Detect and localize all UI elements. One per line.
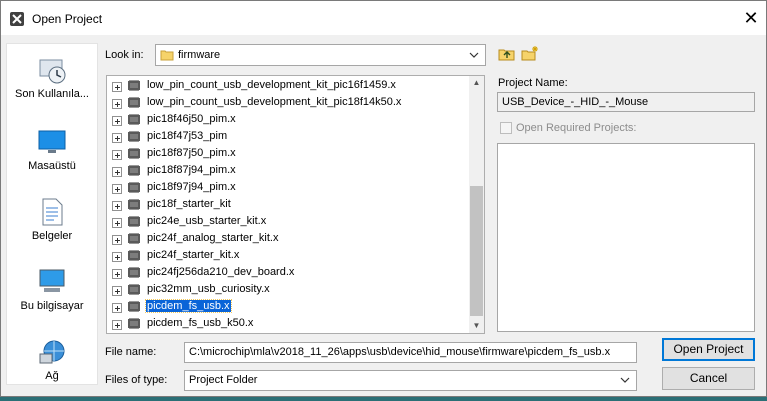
project-chip-icon bbox=[128, 114, 140, 125]
expand-icon[interactable] bbox=[112, 116, 122, 126]
expand-icon[interactable] bbox=[112, 167, 122, 177]
project-name-label: Project Name: bbox=[498, 77, 568, 89]
open-project-button[interactable]: Open Project bbox=[662, 338, 755, 361]
expand-icon[interactable] bbox=[112, 320, 122, 330]
tree-row-label: pic24f_starter_kit.x bbox=[147, 249, 240, 261]
computer-icon bbox=[39, 269, 65, 292]
files-of-type-label: Files of type: bbox=[105, 374, 168, 386]
project-chip-icon bbox=[128, 216, 140, 227]
expand-icon[interactable] bbox=[112, 184, 122, 194]
required-projects-list bbox=[497, 143, 755, 332]
tree-scrollbar[interactable]: ▲ ▼ bbox=[469, 76, 484, 333]
expand-icon[interactable] bbox=[112, 201, 122, 211]
open-required-checkbox[interactable] bbox=[500, 122, 512, 134]
chevron-down-icon[interactable] bbox=[467, 49, 481, 61]
scrollbar-thumb[interactable] bbox=[470, 186, 483, 316]
dialog-title: Open Project bbox=[32, 12, 103, 26]
project-chip-icon bbox=[128, 165, 140, 176]
tree-row-label: pic18f47j53_pim bbox=[147, 130, 228, 142]
tree-row-label: low_pin_count_usb_development_kit_pic16f… bbox=[147, 79, 396, 91]
cancel-button[interactable]: Cancel bbox=[662, 367, 755, 390]
up-folder-icon[interactable] bbox=[498, 45, 516, 63]
new-folder-icon[interactable] bbox=[521, 45, 539, 63]
place-label: Masaüstü bbox=[28, 160, 76, 172]
scroll-up-icon[interactable]: ▲ bbox=[471, 78, 482, 88]
look-in-label: Look in: bbox=[105, 49, 144, 61]
project-chip-icon bbox=[128, 97, 140, 108]
file-name-value: C:\microchip\mla\v2018_11_26\apps\usb\de… bbox=[189, 346, 611, 358]
expand-icon[interactable] bbox=[112, 303, 122, 313]
place-label: Ağ bbox=[45, 370, 59, 382]
tree-row-label: pic18f_starter_kit bbox=[147, 198, 231, 210]
tree-row-label: pic18f97j94_pim.x bbox=[147, 181, 236, 193]
project-chip-icon bbox=[128, 80, 140, 91]
tree-row-label: pic24e_usb_starter_kit.x bbox=[147, 215, 267, 227]
tree-row-label: picdem_fs_usb.x bbox=[145, 299, 232, 313]
tree-row-label: pic24f_analog_starter_kit.x bbox=[147, 232, 279, 244]
project-chip-icon bbox=[128, 267, 140, 278]
project-name-field: USB_Device_-_HID_-_Mouse bbox=[497, 92, 755, 112]
open-required-label: Open Required Projects: bbox=[516, 122, 637, 134]
project-chip-icon bbox=[128, 233, 140, 244]
files-of-type-select[interactable]: Project Folder bbox=[184, 370, 637, 391]
tree-row-label: pic18f87j50_pim.x bbox=[147, 147, 236, 159]
expand-icon[interactable] bbox=[112, 286, 122, 296]
project-chip-icon bbox=[128, 318, 140, 329]
look-in-combo[interactable]: firmware bbox=[155, 44, 486, 66]
open-project-dialog: Open Project ✕ Son Kullanıla... Masaüstü bbox=[0, 0, 767, 397]
place-network[interactable]: Ağ bbox=[7, 336, 97, 382]
expand-icon[interactable] bbox=[112, 99, 122, 109]
place-label: Belgeler bbox=[31, 230, 73, 242]
project-chip-icon bbox=[128, 182, 140, 193]
project-name-value: USB_Device_-_HID_-_Mouse bbox=[502, 96, 649, 108]
place-computer[interactable]: Bu bilgisayar bbox=[7, 266, 97, 312]
chevron-down-icon[interactable] bbox=[618, 374, 632, 386]
project-chip-icon bbox=[128, 131, 140, 142]
tree-row-label: picdem_fs_usb_k50.x bbox=[147, 317, 254, 329]
project-tree[interactable]: low_pin_count_usb_development_kit_pic16f… bbox=[106, 75, 485, 334]
tree-row-label: pic18f87j94_pim.x bbox=[147, 164, 236, 176]
look-in-value: firmware bbox=[178, 49, 221, 61]
title-bar: Open Project ✕ bbox=[1, 1, 766, 35]
place-label: Bu bilgisayar bbox=[20, 300, 84, 312]
expand-icon[interactable] bbox=[112, 150, 122, 160]
place-desktop[interactable]: Masaüstü bbox=[7, 126, 97, 172]
netbeans-app-icon bbox=[10, 12, 24, 26]
place-label: Son Kullanıla... bbox=[15, 88, 89, 100]
project-chip-icon bbox=[128, 284, 140, 295]
files-of-type-value: Project Folder bbox=[189, 374, 258, 386]
project-chip-icon bbox=[128, 250, 140, 261]
tree-row-label: pic18f46j50_pim.x bbox=[147, 113, 236, 125]
network-icon bbox=[39, 340, 65, 364]
tree-row-label: pic24fj256da210_dev_board.x bbox=[147, 266, 295, 278]
project-chip-icon bbox=[128, 199, 140, 210]
file-name-label: File name: bbox=[105, 346, 157, 358]
expand-icon[interactable] bbox=[112, 235, 122, 245]
project-chip-icon bbox=[128, 148, 140, 159]
expand-icon[interactable] bbox=[112, 269, 122, 279]
tree-row-label: pic32mm_usb_curiosity.x bbox=[147, 283, 270, 295]
recent-places-icon bbox=[39, 59, 66, 84]
close-icon[interactable]: ✕ bbox=[739, 6, 763, 30]
scroll-down-icon[interactable]: ▼ bbox=[471, 321, 482, 331]
expand-icon[interactable] bbox=[112, 82, 122, 92]
expand-icon[interactable] bbox=[112, 218, 122, 228]
place-recent[interactable]: Son Kullanıla... bbox=[7, 54, 97, 100]
documents-icon bbox=[42, 198, 63, 226]
tree-row-label: low_pin_count_usb_development_kit_pic18f… bbox=[147, 96, 402, 108]
project-chip-icon bbox=[128, 301, 140, 312]
file-name-input[interactable]: C:\microchip\mla\v2018_11_26\apps\usb\de… bbox=[184, 342, 637, 363]
desktop-icon bbox=[38, 130, 66, 153]
place-documents[interactable]: Belgeler bbox=[7, 196, 97, 242]
expand-icon[interactable] bbox=[112, 252, 122, 262]
places-bar: Son Kullanıla... Masaüstü Belgeler Bu bi… bbox=[6, 43, 98, 385]
expand-icon[interactable] bbox=[112, 133, 122, 143]
folder-icon bbox=[160, 50, 174, 61]
